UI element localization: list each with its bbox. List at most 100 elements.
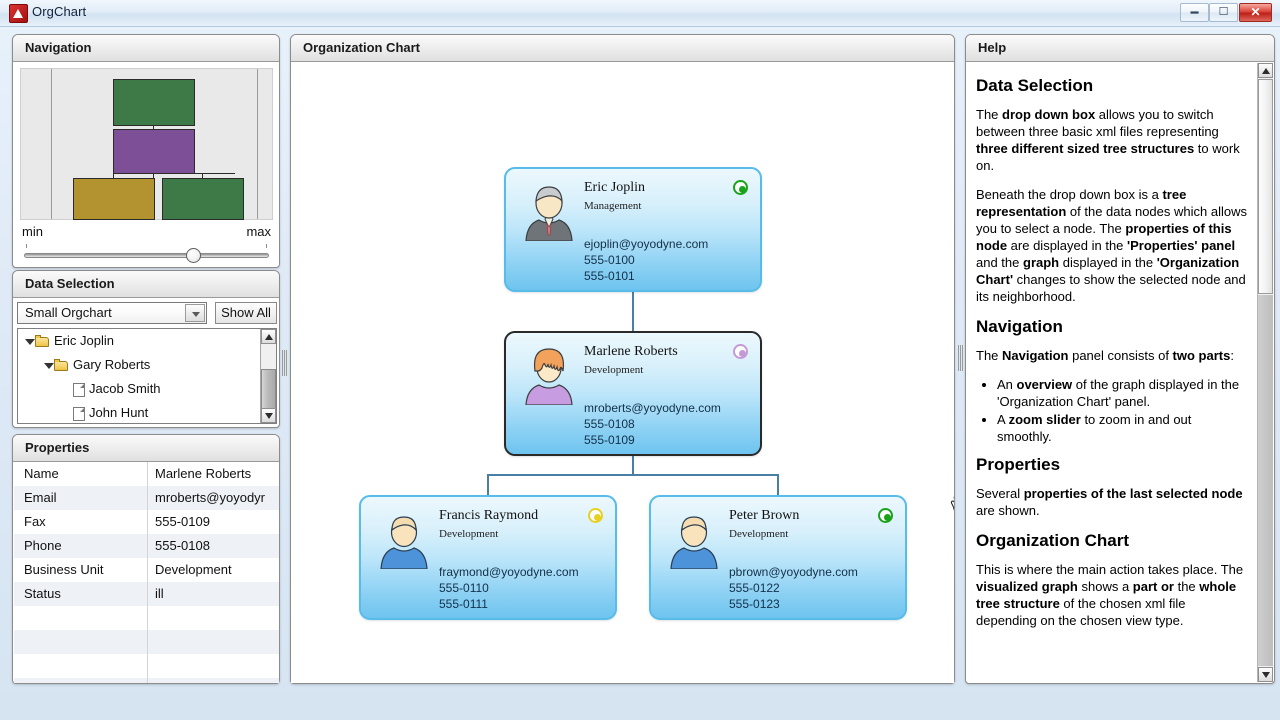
edge-to-peter <box>777 474 779 495</box>
tree-item-eric-joplin[interactable]: Eric Joplin <box>18 329 276 353</box>
tree-expand-toggle[interactable] <box>43 353 54 377</box>
property-value <box>148 678 279 683</box>
slider-tick-max <box>266 244 267 248</box>
avatar <box>376 511 432 570</box>
folder-icon <box>35 334 50 348</box>
properties-panel-title: Properties <box>13 435 279 462</box>
tree-scroll-down-button[interactable] <box>261 408 276 423</box>
node-name: Eric Joplin <box>584 180 646 195</box>
org-node-eric-joplin[interactable]: Eric Joplin Management ejoplin@yoyodyne.co… <box>504 167 762 292</box>
node-phone-primary: 555-0108 <box>584 417 635 431</box>
property-value <box>148 606 279 630</box>
help-paragraph: Several properties of the last selected … <box>976 486 1243 518</box>
folder-icon <box>54 358 69 372</box>
tree-item-jacob-smith[interactable]: Jacob Smith <box>18 377 276 401</box>
application-window: OrgChart ━ ☐ ✕ Navigation min max Data S… <box>0 0 1280 720</box>
properties-row[interactable] <box>14 678 279 683</box>
chevron-down-icon[interactable] <box>185 304 205 322</box>
overview-root-node <box>113 79 195 126</box>
mouse-cursor-hand-icon <box>950 496 954 511</box>
node-phone-secondary: 555-0109 <box>584 433 635 447</box>
help-panel-body: Data Selection The drop down box allows y… <box>966 62 1274 683</box>
tree-item-label: Gary Roberts <box>73 357 151 372</box>
tree-scrollbar-thumb[interactable] <box>261 369 276 409</box>
maximize-button[interactable]: ☐ <box>1209 3 1238 22</box>
org-node-peter-brown[interactable]: Peter Brown Development pbrown@yoyodyne.co… <box>649 495 907 620</box>
zoom-min-label: min <box>22 224 43 239</box>
properties-row[interactable] <box>14 606 279 630</box>
properties-row[interactable] <box>14 630 279 654</box>
property-value: 555-0109 <box>155 514 210 529</box>
help-scrollbar[interactable] <box>1257 63 1273 682</box>
properties-table: Name Marlene Roberts Email mroberts@yoyodyr… <box>14 462 279 683</box>
maximize-icon: ☐ <box>1218 6 1229 18</box>
edge-to-francis <box>487 474 489 495</box>
help-scroll-up-button[interactable] <box>1258 63 1273 78</box>
node-phone-primary: 555-0122 <box>729 581 780 595</box>
right-splitter-grip[interactable] <box>957 345 964 371</box>
help-bullet-list: An overview of the graph displayed in th… <box>976 376 1247 445</box>
avatar <box>666 511 722 570</box>
help-heading: Properties <box>976 455 1061 474</box>
graph-overview[interactable] <box>20 68 273 220</box>
property-key <box>14 606 148 630</box>
edge-marlene-down <box>632 456 634 475</box>
help-bullet-item: A zoom slider to zoom in and out smoothl… <box>997 411 1247 445</box>
properties-row[interactable]: Name Marlene Roberts <box>14 462 279 486</box>
help-paragraph: This is where the main action takes plac… <box>976 562 1244 628</box>
organization-chart-panel-body: Eric Joplin Management ejoplin@yoyodyne.co… <box>291 62 954 683</box>
properties-row[interactable]: Email mroberts@yoyodyr <box>14 486 279 510</box>
orgchart-dropdown[interactable]: Small Orgchart <box>17 302 207 324</box>
tree-scroll-up-button[interactable] <box>261 329 276 344</box>
slider-tick-min <box>26 244 27 248</box>
help-bullet-item: An overview of the graph displayed in th… <box>997 376 1247 410</box>
help-paragraph: Beneath the drop down box is a tree repr… <box>976 187 1247 304</box>
property-key: Email <box>14 486 148 510</box>
zoom-slider-track[interactable] <box>24 253 269 258</box>
minimize-button[interactable]: ━ <box>1180 3 1209 22</box>
tree-item-label: John Hunt <box>89 405 149 420</box>
property-value: mroberts@yoyodyr <box>155 490 266 505</box>
help-scrollbar-track[interactable] <box>1258 295 1273 666</box>
show-all-button[interactable]: Show All <box>215 302 277 324</box>
org-node-francis-raymond[interactable]: Francis Raymond Development fraymond@yoyod… <box>359 495 617 620</box>
node-tree[interactable]: Eric Joplin Gary Roberts Jacob Smith John H… <box>17 328 277 424</box>
node-tree-rows: Eric Joplin Gary Roberts Jacob Smith John H… <box>18 329 276 423</box>
close-icon: ✕ <box>1250 5 1261 19</box>
node-phone-primary: 555-0110 <box>439 581 489 595</box>
properties-panel: Properties Name Marlene Roberts Email mrobe… <box>12 434 280 684</box>
properties-row[interactable] <box>14 654 279 678</box>
properties-row[interactable]: Business Unit Development <box>14 558 279 582</box>
node-phone-primary: 555-0100 <box>584 253 635 267</box>
node-email: ejoplin@yoyodyne.com <box>584 237 709 251</box>
help-heading: Organization Chart <box>976 531 1130 550</box>
help-scrollbar-thumb[interactable] <box>1258 79 1273 294</box>
caret-up-icon <box>1262 68 1270 74</box>
node-email: mroberts@yoyodyne.com <box>584 401 721 415</box>
help-panel-title: Help <box>966 35 1274 62</box>
zoom-slider-thumb[interactable] <box>186 248 201 263</box>
tree-item-john-hunt[interactable]: John Hunt <box>18 401 276 423</box>
status-yellow-icon <box>588 508 603 523</box>
left-splitter-grip[interactable] <box>281 350 288 376</box>
avatar <box>521 347 577 406</box>
property-value: ill <box>155 586 164 601</box>
property-key: Status <box>14 582 148 606</box>
caret-up-icon <box>265 334 273 340</box>
node-phone-secondary: 555-0111 <box>439 597 488 611</box>
tree-expand-toggle[interactable] <box>24 329 35 353</box>
node-email: pbrown@yoyodyne.com <box>729 565 858 579</box>
org-node-marlene-roberts[interactable]: Marlene Roberts Development mroberts@yoyod… <box>504 331 762 456</box>
properties-row[interactable]: Fax 555-0109 <box>14 510 279 534</box>
tree-scrollbar[interactable] <box>260 329 276 423</box>
properties-row[interactable]: Phone 555-0108 <box>14 534 279 558</box>
properties-row[interactable]: Status ill <box>14 582 279 606</box>
property-key: Name <box>14 462 148 486</box>
close-button[interactable]: ✕ <box>1239 3 1272 22</box>
tree-item-gary-roberts[interactable]: Gary Roberts <box>18 353 276 377</box>
graph-canvas[interactable]: Eric Joplin Management ejoplin@yoyodyne.co… <box>291 62 954 683</box>
help-scroll-down-button[interactable] <box>1258 667 1273 682</box>
property-value: Marlene Roberts <box>155 466 252 481</box>
avatar <box>521 183 577 242</box>
node-name: Francis Raymond <box>439 508 539 523</box>
